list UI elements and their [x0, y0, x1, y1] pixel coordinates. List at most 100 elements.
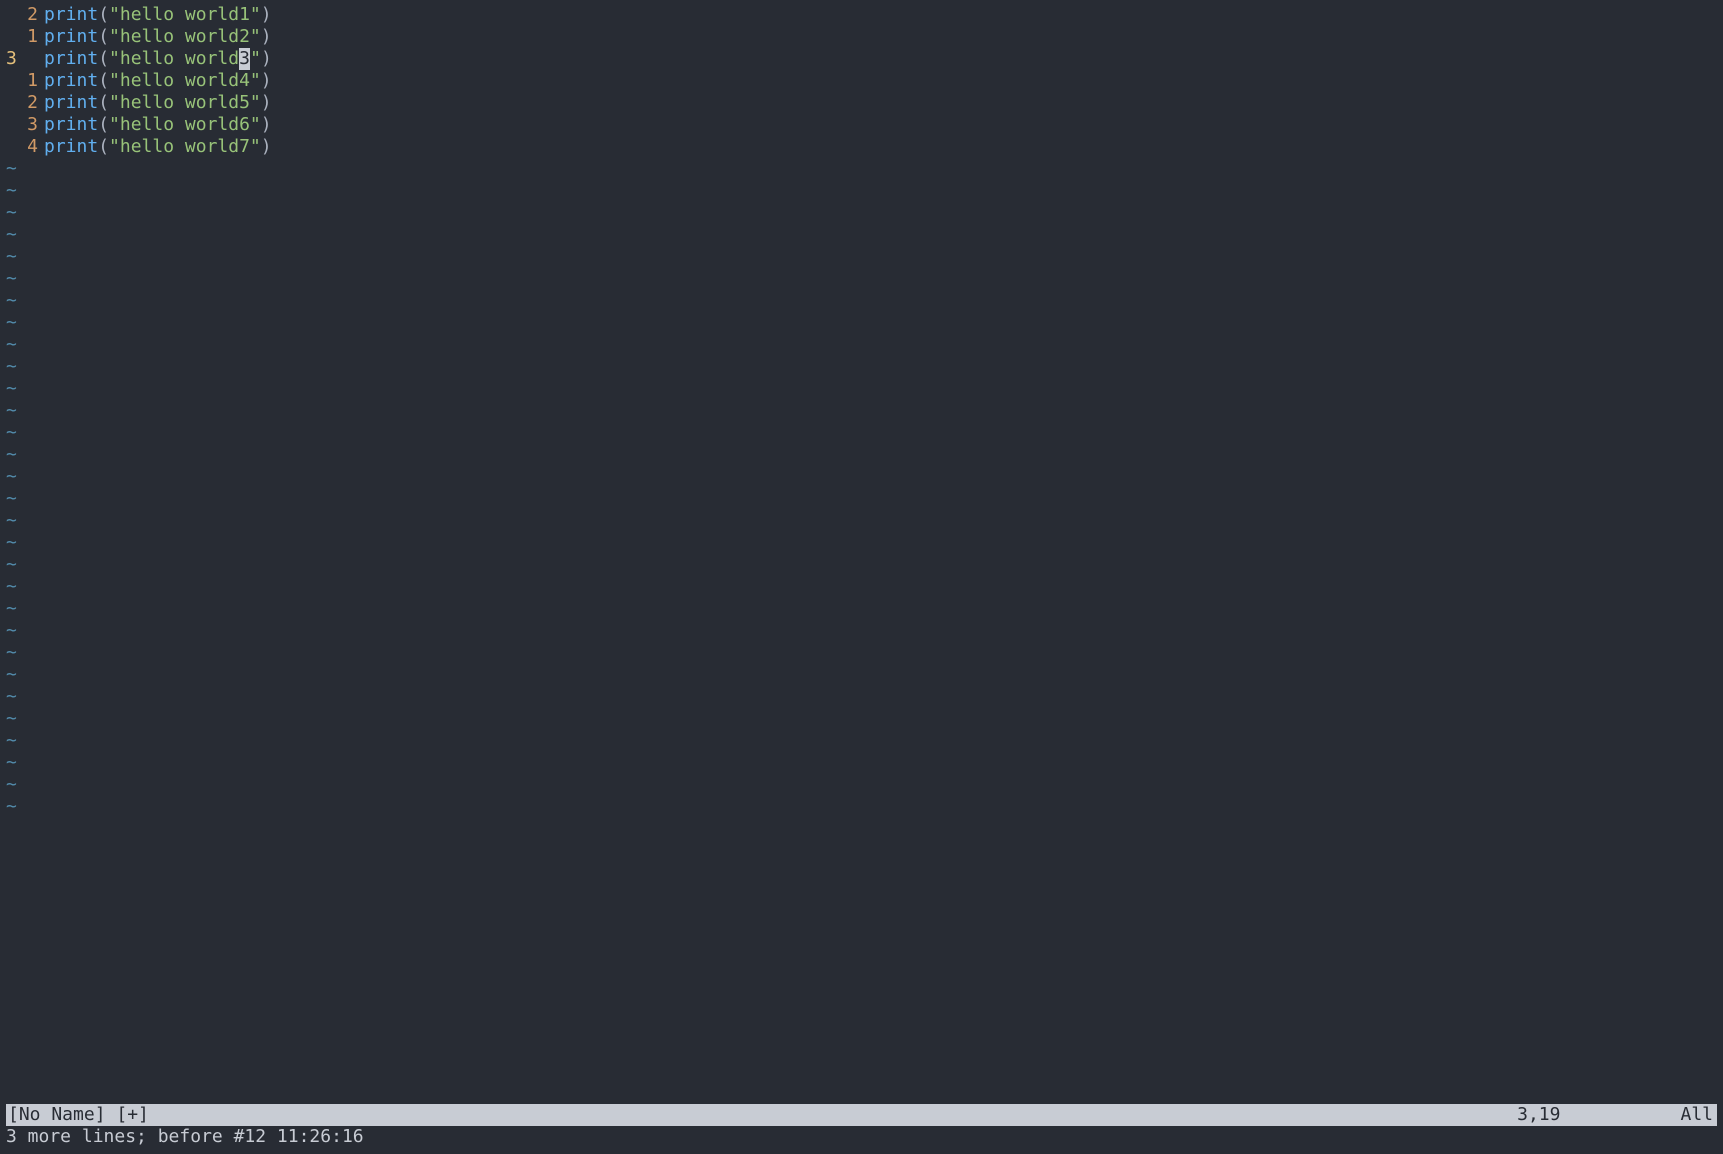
- command-line[interactable]: 3 more lines; before #12 11:26:16: [6, 1126, 1717, 1148]
- empty-line-tilde: ~: [0, 686, 1723, 708]
- token-string-quote: ": [109, 92, 120, 113]
- empty-line-tilde: ~: [0, 796, 1723, 818]
- empty-line-tilde: ~: [0, 730, 1723, 752]
- code-text[interactable]: print("hello world1"): [44, 4, 1723, 26]
- tilde-icon: ~: [0, 686, 44, 708]
- token-string: hello world4: [120, 70, 250, 91]
- token-string-quote: ": [109, 114, 120, 135]
- tilde-icon: ~: [0, 752, 44, 774]
- editor-line[interactable]: 3print("hello world6"): [0, 114, 1723, 136]
- empty-line-tilde: ~: [0, 356, 1723, 378]
- code-text[interactable]: print("hello world6"): [44, 114, 1723, 136]
- status-percent: All: [1680, 1104, 1717, 1126]
- tilde-icon: ~: [0, 290, 44, 312]
- code-text[interactable]: print("hello world5"): [44, 92, 1723, 114]
- code-text[interactable]: print("hello world4"): [44, 70, 1723, 92]
- tilde-icon: ~: [0, 774, 44, 796]
- token-string-quote: ": [250, 70, 261, 91]
- tilde-icon: ~: [0, 422, 44, 444]
- token-func: print: [44, 26, 98, 47]
- code-text[interactable]: print("hello world3"): [44, 48, 1723, 70]
- token-paren: ): [261, 136, 272, 157]
- editor-line[interactable]: 2print("hello world5"): [0, 92, 1723, 114]
- empty-line-tilde: ~: [0, 224, 1723, 246]
- empty-line-tilde: ~: [0, 664, 1723, 686]
- token-paren: (: [98, 70, 109, 91]
- editor-line[interactable]: 4print("hello world7"): [0, 136, 1723, 158]
- token-string-quote: ": [250, 4, 261, 25]
- line-number: 1: [0, 70, 44, 92]
- token-func: print: [44, 70, 98, 91]
- tilde-icon: ~: [0, 158, 44, 180]
- empty-line-tilde: ~: [0, 334, 1723, 356]
- code-text[interactable]: print("hello world7"): [44, 136, 1723, 158]
- editor-buffer[interactable]: 2print("hello world1")1print("hello worl…: [0, 0, 1723, 818]
- tilde-icon: ~: [0, 334, 44, 356]
- cursor: 3: [239, 48, 250, 70]
- tilde-icon: ~: [0, 466, 44, 488]
- token-paren: (: [98, 4, 109, 25]
- empty-line-tilde: ~: [0, 312, 1723, 334]
- token-paren: (: [98, 92, 109, 113]
- empty-line-tilde: ~: [0, 752, 1723, 774]
- line-number: 3: [0, 114, 44, 136]
- empty-line-tilde: ~: [0, 246, 1723, 268]
- token-string-quote: ": [109, 136, 120, 157]
- token-paren: (: [98, 136, 109, 157]
- tilde-icon: ~: [0, 224, 44, 246]
- editor-line[interactable]: 1print("hello world2"): [0, 26, 1723, 48]
- token-string-quote: ": [250, 92, 261, 113]
- token-paren: ): [261, 114, 272, 135]
- tilde-icon: ~: [0, 444, 44, 466]
- editor-line-current[interactable]: 3print("hello world3"): [0, 48, 1723, 70]
- token-paren: ): [261, 92, 272, 113]
- line-number: 1: [0, 26, 44, 48]
- tilde-icon: ~: [0, 488, 44, 510]
- tilde-icon: ~: [0, 378, 44, 400]
- token-string-quote: ": [250, 136, 261, 157]
- token-string-quote: ": [250, 114, 261, 135]
- token-string-quote: ": [109, 26, 120, 47]
- token-func: print: [44, 48, 98, 69]
- token-func: print: [44, 136, 98, 157]
- empty-line-tilde: ~: [0, 444, 1723, 466]
- empty-line-tilde: ~: [0, 774, 1723, 796]
- token-paren: ): [261, 26, 272, 47]
- tilde-icon: ~: [0, 620, 44, 642]
- token-string-quote: ": [109, 48, 120, 69]
- token-string: hello world: [120, 48, 239, 69]
- tilde-icon: ~: [0, 180, 44, 202]
- token-paren: (: [98, 114, 109, 135]
- empty-line-tilde: ~: [0, 532, 1723, 554]
- empty-line-tilde: ~: [0, 180, 1723, 202]
- empty-line-tilde: ~: [0, 510, 1723, 532]
- tilde-icon: ~: [0, 708, 44, 730]
- token-paren: ): [261, 4, 272, 25]
- token-string: hello world6: [120, 114, 250, 135]
- status-bar: [No Name] [+] 3,19 All: [6, 1104, 1717, 1126]
- code-text[interactable]: print("hello world2"): [44, 26, 1723, 48]
- token-paren: ): [261, 48, 272, 69]
- editor-line[interactable]: 2print("hello world1"): [0, 4, 1723, 26]
- empty-line-tilde: ~: [0, 422, 1723, 444]
- empty-line-tilde: ~: [0, 466, 1723, 488]
- token-paren: (: [98, 26, 109, 47]
- tilde-icon: ~: [0, 202, 44, 224]
- empty-line-tilde: ~: [0, 268, 1723, 290]
- token-func: print: [44, 114, 98, 135]
- token-string-quote: ": [250, 48, 261, 69]
- tilde-icon: ~: [0, 312, 44, 334]
- tilde-icon: ~: [0, 598, 44, 620]
- empty-line-tilde: ~: [0, 620, 1723, 642]
- token-paren: ): [261, 70, 272, 91]
- tilde-icon: ~: [0, 510, 44, 532]
- empty-line-tilde: ~: [0, 554, 1723, 576]
- status-cursor-pos: 3,19: [1517, 1104, 1680, 1126]
- tilde-icon: ~: [0, 730, 44, 752]
- token-string: hello world5: [120, 92, 250, 113]
- tilde-icon: ~: [0, 576, 44, 598]
- editor-line[interactable]: 1print("hello world4"): [0, 70, 1723, 92]
- tilde-icon: ~: [0, 664, 44, 686]
- token-paren: (: [98, 48, 109, 69]
- status-filename: [No Name] [+]: [6, 1104, 149, 1126]
